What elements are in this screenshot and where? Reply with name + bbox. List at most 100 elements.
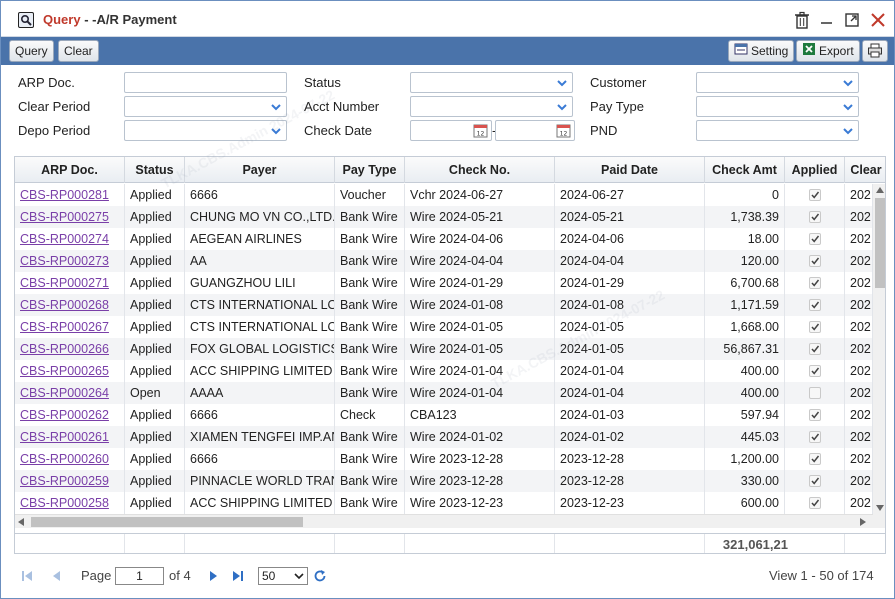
table-row[interactable]: CBS-RP000271 Applied GUANGZHOU LILI Bank Wi… [15,272,873,294]
table-row[interactable]: CBS-RP000258 Applied ACC SHIPPING LIMITED B… [15,492,873,514]
cell-arp-doc[interactable]: CBS-RP000265 [15,360,125,382]
col-check-amt[interactable]: Check Amt [705,157,785,183]
applied-checkbox[interactable] [809,299,821,311]
applied-checkbox[interactable] [809,365,821,377]
table-row[interactable]: CBS-RP000274 Applied AEGEAN AIRLINES Bank W… [15,228,873,250]
table-row[interactable]: CBS-RP000268 AppliedCTS INTERNATIONAL LOG… [15,294,873,316]
applied-checkbox[interactable] [809,387,821,399]
horizontal-scrollbar[interactable] [15,514,873,528]
customer-select[interactable] [696,72,859,93]
scroll-down-icon[interactable] [876,505,884,511]
table-row[interactable]: CBS-RP000273 Applied AA Bank Wire Wire 2024-… [15,250,873,272]
cell-arp-doc[interactable]: CBS-RP000268 [15,294,125,316]
horizontal-scroll-thumb[interactable] [31,517,303,527]
refresh-icon[interactable] [313,569,327,583]
col-payer[interactable]: Payer [185,157,335,183]
cell-arp-doc[interactable]: CBS-RP000281 [15,184,125,206]
vertical-scroll-thumb[interactable] [875,198,885,288]
col-applied[interactable]: Applied [785,157,845,183]
calendar-icon[interactable]: 12 [556,123,571,138]
cell-arp-doc[interactable]: CBS-RP000260 [15,448,125,470]
table-row[interactable]: CBS-RP000281 Applied 6666 Voucher Vchr 2024-… [15,184,873,206]
trash-icon[interactable] [794,11,812,29]
applied-checkbox[interactable] [809,255,821,267]
col-status[interactable]: Status [125,157,185,183]
cell-arp-doc[interactable]: CBS-RP000261 [15,426,125,448]
minimize-icon[interactable] [819,11,837,29]
arp-doc-link[interactable]: CBS-RP000268 [20,298,109,312]
col-pay-type[interactable]: Pay Type [335,157,405,183]
applied-checkbox[interactable] [809,321,821,333]
scroll-left-icon[interactable] [18,518,24,526]
pnd-select[interactable] [696,120,859,141]
check-date-from[interactable]: 12 [410,120,492,141]
arp-doc-link[interactable]: CBS-RP000260 [20,452,109,466]
first-page-icon[interactable] [20,569,34,583]
cell-arp-doc[interactable]: CBS-RP000274 [15,228,125,250]
arp-doc-link[interactable]: CBS-RP000281 [20,188,109,202]
table-row[interactable]: CBS-RP000260 Applied 6666 Bank Wire Wire 202… [15,448,873,470]
maximize-icon[interactable] [844,11,862,29]
arp-doc-link[interactable]: CBS-RP000267 [20,320,109,334]
check-date-to[interactable]: 12 [495,120,575,141]
query-button[interactable]: Query [9,40,54,62]
page-number-input[interactable]: 1 [115,567,164,585]
arp-doc-link[interactable]: CBS-RP000271 [20,276,109,290]
arp-doc-link[interactable]: CBS-RP000258 [20,496,109,510]
scroll-up-icon[interactable] [876,187,884,193]
col-arp-doc[interactable]: ARP Doc. [15,157,125,183]
cell-arp-doc[interactable]: CBS-RP000258 [15,492,125,514]
acct-number-select[interactable] [410,96,573,117]
pay-type-select[interactable] [696,96,859,117]
cell-arp-doc[interactable]: CBS-RP000266 [15,338,125,360]
status-select[interactable] [410,72,573,93]
cell-arp-doc[interactable]: CBS-RP000259 [15,470,125,492]
applied-checkbox[interactable] [809,453,821,465]
clear-period-select[interactable] [124,96,287,117]
cell-arp-doc[interactable]: CBS-RP000267 [15,316,125,338]
applied-checkbox[interactable] [809,497,821,509]
table-row[interactable]: CBS-RP000275 Applied CHUNG MO VN CO.,LTD. B… [15,206,873,228]
cell-arp-doc[interactable]: CBS-RP000273 [15,250,125,272]
col-paid-date[interactable]: Paid Date [555,157,705,183]
close-icon[interactable] [870,11,888,29]
table-row[interactable]: CBS-RP000265 Applied ACC SHIPPING LIMITED B… [15,360,873,382]
prev-page-icon[interactable] [50,569,64,583]
table-row[interactable]: CBS-RP000261 AppliedXIAMEN TENGFEI IMP.AN… [15,426,873,448]
applied-checkbox[interactable] [809,189,821,201]
arp-doc-link[interactable]: CBS-RP000259 [20,474,109,488]
export-button[interactable]: Export [796,40,860,62]
page-size-select[interactable]: 50 [258,567,308,585]
print-button[interactable] [862,40,888,62]
table-row[interactable]: CBS-RP000259 AppliedPINNACLE WORLD TRANSP… [15,470,873,492]
applied-checkbox[interactable] [809,233,821,245]
next-page-icon[interactable] [206,569,220,583]
table-row[interactable]: CBS-RP000266 Applied FOX GLOBAL LOGISTICS B… [15,338,873,360]
cell-arp-doc[interactable]: CBS-RP000262 [15,404,125,426]
col-check-no[interactable]: Check No. [405,157,555,183]
col-clear[interactable]: Clear [845,157,885,183]
arp-doc-link[interactable]: CBS-RP000265 [20,364,109,378]
calendar-icon[interactable]: 12 [473,123,488,138]
arp-doc-link[interactable]: CBS-RP000262 [20,408,109,422]
table-row[interactable]: CBS-RP000264 Open AAAA Bank Wire Wire 2024-0… [15,382,873,404]
setting-button[interactable]: Setting [728,40,795,62]
applied-checkbox[interactable] [809,475,821,487]
vertical-scrollbar[interactable] [873,184,885,514]
applied-checkbox[interactable] [809,211,821,223]
arp-doc-link[interactable]: CBS-RP000275 [20,210,109,224]
cell-arp-doc[interactable]: CBS-RP000271 [15,272,125,294]
applied-checkbox[interactable] [809,409,821,421]
last-page-icon[interactable] [231,569,245,583]
depo-period-select[interactable] [124,120,287,141]
arp-doc-link[interactable]: CBS-RP000273 [20,254,109,268]
arp-doc-link[interactable]: CBS-RP000274 [20,232,109,246]
scroll-right-icon[interactable] [860,518,866,526]
cell-arp-doc[interactable]: CBS-RP000275 [15,206,125,228]
arp-doc-input[interactable] [124,72,287,93]
applied-checkbox[interactable] [809,277,821,289]
arp-doc-link[interactable]: CBS-RP000266 [20,342,109,356]
clear-button[interactable]: Clear [58,40,99,62]
applied-checkbox[interactable] [809,343,821,355]
arp-doc-link[interactable]: CBS-RP000264 [20,386,109,400]
